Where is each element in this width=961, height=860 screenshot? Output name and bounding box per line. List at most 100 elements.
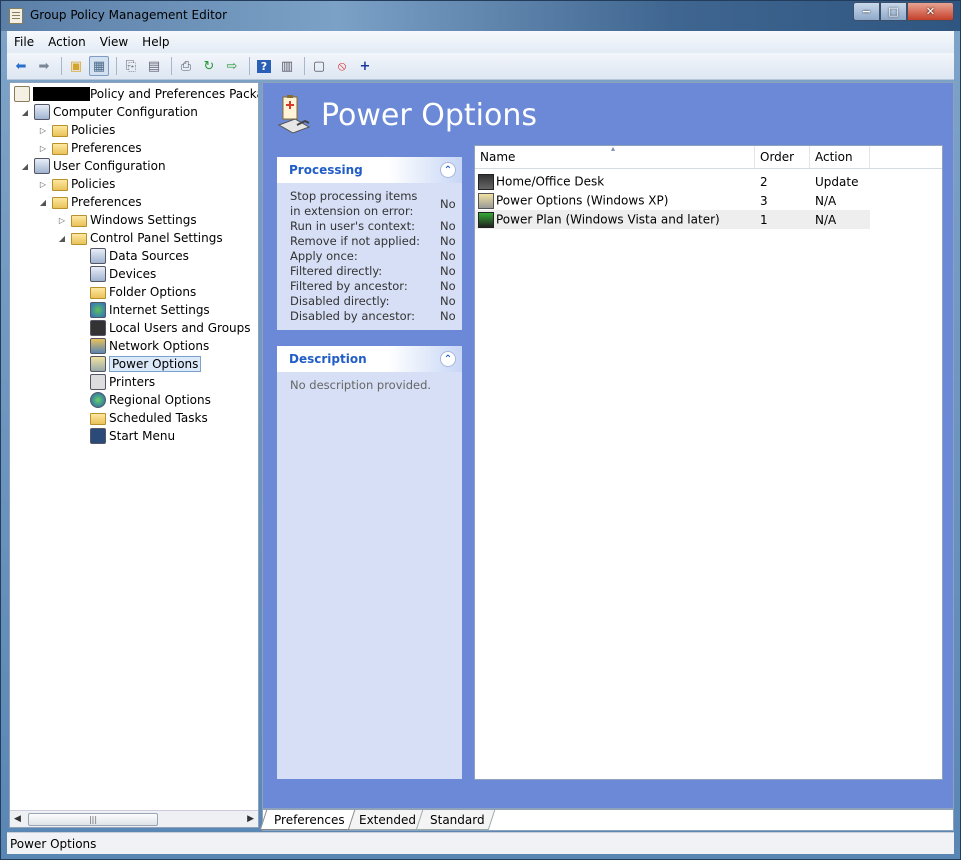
page-title: Power Options [321, 98, 537, 133]
tab-standard[interactable]: Standard [415, 810, 495, 830]
close-button[interactable]: ✕ [907, 2, 954, 21]
items-list[interactable]: ▴ Name Order Action Home/Office Desk 2 U… [474, 144, 943, 780]
start-menu-icon [90, 428, 106, 444]
tree-item-printers[interactable]: Printers [90, 373, 155, 391]
list-item[interactable]: Power Plan (Windows Vista and later) 1 N… [475, 210, 870, 229]
tree-root-label: Policy and Preferences Package [ [90, 87, 258, 101]
forward-button[interactable]: ➡ [34, 56, 54, 76]
tree-item-control-panel-settings[interactable]: ◢ Control Panel Settings [57, 229, 223, 247]
collapse-arrow-icon[interactable]: ▷ [38, 126, 48, 135]
column-header-order[interactable]: Order [755, 146, 810, 168]
tab-preferences[interactable]: Preferences [259, 810, 355, 830]
tree-item-devices[interactable]: Devices [90, 265, 156, 283]
maximize-button[interactable]: □ [880, 2, 907, 21]
tree-item-start-menu[interactable]: Start Menu [90, 427, 175, 445]
add-button[interactable]: + [355, 56, 375, 76]
expand-arrow-icon[interactable]: ◢ [38, 198, 48, 207]
stop-button[interactable]: ⦸ [332, 56, 352, 76]
menu-file[interactable]: File [7, 35, 41, 49]
power-scheme-icon [478, 173, 494, 190]
export-button[interactable]: ⇨ [222, 56, 242, 76]
up-folder-button[interactable]: ▣ [66, 56, 86, 76]
processing-row: Run in user's context: No [290, 219, 456, 234]
tree-label: Control Panel Settings [90, 231, 223, 245]
tree-item-uc-preferences[interactable]: ◢ Preferences [38, 193, 142, 211]
tree-label: User Configuration [53, 159, 166, 173]
view-button[interactable]: ▢ [309, 56, 329, 76]
tree-label: Power Options [109, 356, 202, 372]
tree-pane[interactable]: Policy and Preferences Package [ ◢ Compu… [9, 82, 259, 828]
item-order: 3 [760, 193, 768, 208]
horizontal-scrollbar[interactable]: ◀ ||| ▶ [10, 810, 258, 827]
help-button[interactable]: ? [254, 56, 274, 76]
properties-button[interactable]: ▥ [277, 56, 297, 76]
menu-view[interactable]: View [93, 35, 135, 49]
tree-item-power-options[interactable]: Power Options [90, 355, 202, 373]
print-button[interactable]: ⎙ [176, 56, 196, 76]
tree-item-local-users-groups[interactable]: Local Users and Groups [90, 319, 251, 337]
processing-label: Remove if not applied: [290, 234, 420, 248]
network-options-icon [90, 338, 106, 354]
show-hide-tree-button[interactable]: ▦ [89, 56, 109, 76]
item-name: Home/Office Desk [496, 174, 605, 188]
title-bar[interactable]: Group Policy Management Editor − □ ✕ [1, 1, 960, 31]
tab-extended[interactable]: Extended [344, 810, 426, 830]
description-panel-header[interactable]: Description ⌃ [277, 346, 462, 372]
list-header: ▴ Name Order Action [475, 144, 942, 169]
tree-item-computer-configuration[interactable]: ◢ Computer Configuration [20, 103, 198, 121]
tree-item-folder-options[interactable]: Folder Options [90, 283, 196, 301]
collapse-chevron-icon[interactable]: ⌃ [440, 351, 456, 367]
tree-label: Policies [71, 177, 116, 191]
expand-arrow-icon[interactable]: ◢ [57, 234, 67, 243]
collapse-arrow-icon[interactable]: ▷ [38, 144, 48, 153]
back-button[interactable]: ⬅ [11, 56, 31, 76]
details-pane: Power Options Processing ⌃ Stop processi… [262, 82, 954, 809]
scroll-right-icon[interactable]: ▶ [247, 814, 254, 824]
refresh-button[interactable]: ↻ [199, 56, 219, 76]
list-item[interactable]: Home/Office Desk 2 Update [475, 172, 942, 191]
column-header-action[interactable]: Action [810, 146, 870, 168]
item-action: N/A [815, 193, 837, 208]
panel-gap [277, 330, 462, 346]
processing-value: No [440, 249, 456, 263]
minimize-button[interactable]: − [853, 2, 880, 21]
tree-item-data-sources[interactable]: Data Sources [90, 247, 189, 265]
scroll-left-icon[interactable]: ◀ [14, 814, 21, 824]
tree-item-user-configuration[interactable]: ◢ User Configuration [20, 157, 166, 175]
show-hide-tree-icon: ▦ [92, 58, 106, 74]
collapse-arrow-icon[interactable]: ▷ [57, 216, 67, 225]
processing-value: No [440, 196, 456, 211]
list-item[interactable]: Power Options (Windows XP) 3 N/A [475, 191, 942, 210]
maximize-icon: □ [888, 5, 899, 18]
tree-item-regional-options[interactable]: Regional Options [90, 391, 211, 409]
menu-help[interactable]: Help [135, 35, 176, 49]
tree-item-internet-settings[interactable]: Internet Settings [90, 301, 210, 319]
tree-item-uc-policies[interactable]: ▷ Policies [38, 175, 115, 193]
column-label: Action [815, 150, 853, 164]
tab-label: Extended [358, 813, 416, 827]
copy-button[interactable]: ⎘ [121, 56, 141, 76]
tree-item-scheduled-tasks[interactable]: Scheduled Tasks [90, 409, 208, 427]
tree-item-network-options[interactable]: Network Options [90, 337, 209, 355]
scrollbar-thumb[interactable]: ||| [28, 812, 158, 826]
tree-item-cc-preferences[interactable]: ▷ Preferences [38, 139, 142, 157]
processing-panel-header[interactable]: Processing ⌃ [277, 157, 462, 183]
tree-label: Scheduled Tasks [109, 411, 208, 425]
tree-label: Data Sources [109, 249, 189, 263]
tree-label: Local Users and Groups [109, 321, 251, 335]
tree-label: Policies [71, 123, 116, 137]
tree-item-windows-settings[interactable]: ▷ Windows Settings [57, 211, 197, 229]
expand-arrow-icon[interactable]: ◢ [20, 162, 30, 171]
column-label: Order [760, 150, 795, 164]
add-icon: + [359, 58, 371, 74]
menu-action[interactable]: Action [41, 35, 93, 49]
paste-button[interactable]: ▤ [144, 56, 164, 76]
power-options-icon [277, 95, 311, 134]
tree-item-root[interactable]: Policy and Preferences Package [ [14, 85, 258, 103]
collapse-chevron-icon[interactable]: ⌃ [440, 162, 456, 178]
collapse-arrow-icon[interactable]: ▷ [38, 180, 48, 189]
processing-label: Apply once: [290, 249, 358, 263]
tree-item-cc-policies[interactable]: ▷ Policies [38, 121, 115, 139]
power-options-icon [90, 356, 106, 372]
expand-arrow-icon[interactable]: ◢ [20, 108, 30, 117]
